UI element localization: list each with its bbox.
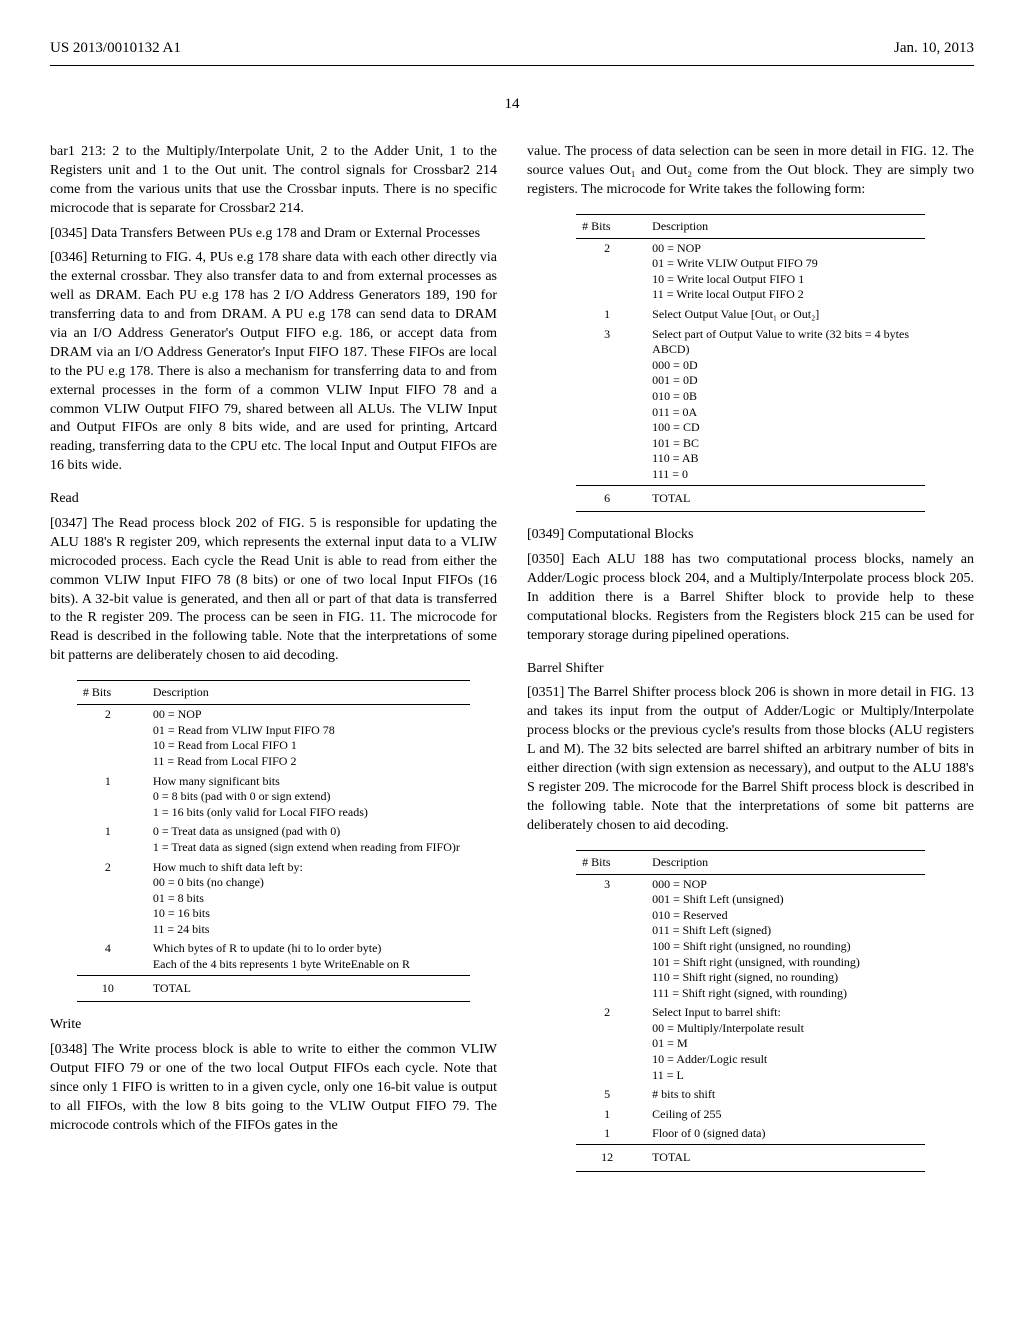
table-row: 200 = NOP 01 = Read from VLIW Input FIFO… bbox=[77, 705, 470, 772]
table-row: 3000 = NOP 001 = Shift Left (unsigned) 0… bbox=[576, 874, 925, 1003]
col-bits: # Bits bbox=[77, 681, 147, 705]
table-row: 200 = NOP 01 = Write VLIW Output FIFO 79… bbox=[576, 238, 925, 305]
publication-date: Jan. 10, 2013 bbox=[894, 40, 974, 57]
para-num: [0351] bbox=[527, 685, 564, 700]
paragraph-0350: [0350] Each ALU 188 has two computationa… bbox=[527, 551, 974, 645]
para-num: [0350] bbox=[527, 552, 564, 567]
barrel-shifter-microcode-table: # Bits Description 3000 = NOP 001 = Shif… bbox=[576, 850, 925, 1172]
table-row: 1How many significant bits 0 = 8 bits (p… bbox=[77, 772, 470, 823]
write-heading: Write bbox=[50, 1016, 497, 1035]
table-row: 2Select Input to barrel shift: 00 = Mult… bbox=[576, 1003, 925, 1085]
page-number: 14 bbox=[50, 96, 974, 113]
para-text: Computational Blocks bbox=[564, 527, 693, 542]
table-total-row: 12TOTAL bbox=[576, 1145, 925, 1172]
para-num: [0347] bbox=[50, 516, 87, 531]
right-column: value. The process of data selection can… bbox=[527, 143, 974, 1186]
paragraph-0348: [0348] The Write process block is able t… bbox=[50, 1041, 497, 1135]
paragraph-continuation: bar1 213: 2 to the Multiply/Interpolate … bbox=[50, 143, 497, 219]
para-text: The Write process block is able to write… bbox=[50, 1042, 497, 1133]
paragraph-0351: [0351] The Barrel Shifter process block … bbox=[527, 684, 974, 835]
para-text: The Read process block 202 of FIG. 5 is … bbox=[50, 516, 497, 663]
col-desc: Description bbox=[646, 214, 925, 238]
para-text: Each ALU 188 has two computational proce… bbox=[527, 552, 974, 643]
table-total-row: 6TOTAL bbox=[576, 485, 925, 512]
paragraph-0347: [0347] The Read process block 202 of FIG… bbox=[50, 515, 497, 666]
col-bits: # Bits bbox=[576, 214, 646, 238]
para-num: [0346] bbox=[50, 250, 87, 265]
header-divider bbox=[50, 65, 974, 66]
col-bits: # Bits bbox=[576, 850, 646, 874]
page-header: US 2013/0010132 A1 Jan. 10, 2013 bbox=[50, 40, 974, 57]
paragraph-0349: [0349] Computational Blocks bbox=[527, 526, 974, 545]
write-microcode-table: # Bits Description 200 = NOP 01 = Write … bbox=[576, 214, 925, 513]
read-heading: Read bbox=[50, 490, 497, 509]
read-microcode-table: # Bits Description 200 = NOP 01 = Read f… bbox=[77, 680, 470, 1002]
paragraph-continuation: value. The process of data selection can… bbox=[527, 143, 974, 200]
col-desc: Description bbox=[646, 850, 925, 874]
table-row: 3Select part of Output Value to write (3… bbox=[576, 325, 925, 485]
publication-number: US 2013/0010132 A1 bbox=[50, 40, 181, 57]
para-num: [0349] bbox=[527, 527, 564, 542]
table-row: 4Which bytes of R to update (hi to lo or… bbox=[77, 939, 470, 975]
col-desc: Description bbox=[147, 681, 470, 705]
para-text: Returning to FIG. 4, PUs e.g 178 share d… bbox=[50, 250, 497, 473]
table-row: 1Floor of 0 (signed data) bbox=[576, 1124, 925, 1144]
para-text: The Barrel Shifter process block 206 is … bbox=[527, 685, 974, 832]
two-column-layout: bar1 213: 2 to the Multiply/Interpolate … bbox=[50, 143, 974, 1186]
table-row: 1Select Output Value [Out₁ or Out₂] bbox=[576, 305, 925, 325]
barrel-shifter-heading: Barrel Shifter bbox=[527, 660, 974, 679]
table-total-row: 10TOTAL bbox=[77, 975, 470, 1002]
table-row: 5# bits to shift bbox=[576, 1085, 925, 1105]
paragraph-0345: [0345] Data Transfers Between PUs e.g 17… bbox=[50, 225, 497, 244]
table-row: 10 = Treat data as unsigned (pad with 0)… bbox=[77, 822, 470, 857]
table-row: 1Ceiling of 255 bbox=[576, 1105, 925, 1125]
left-column: bar1 213: 2 to the Multiply/Interpolate … bbox=[50, 143, 497, 1186]
table-row: 2How much to shift data left by: 00 = 0 … bbox=[77, 858, 470, 940]
para-num: [0348] bbox=[50, 1042, 87, 1057]
para-num: [0345] bbox=[50, 226, 87, 241]
para-text: Data Transfers Between PUs e.g 178 and D… bbox=[87, 226, 480, 241]
paragraph-0346: [0346] Returning to FIG. 4, PUs e.g 178 … bbox=[50, 249, 497, 476]
